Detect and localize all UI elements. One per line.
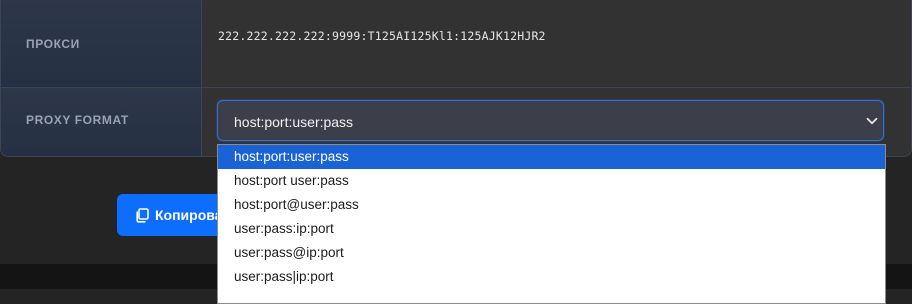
proxy-format-select[interactable]: host:port:user:pass (217, 100, 884, 141)
proxy-label-cell: ПРОКСИ (1, 0, 202, 87)
proxy-format-label: PROXY FORMAT (26, 113, 129, 127)
chevron-down-icon (866, 117, 878, 125)
proxy-value: 222.222.222.222:9999:T125AI125Kl1:125AJK… (218, 29, 546, 43)
proxy-format-selected-value: host:port:user:pass (234, 114, 354, 130)
copy-icon (136, 208, 149, 223)
proxy-row: ПРОКСИ 222.222.222.222:9999:T125AI125Kl1… (1, 0, 911, 88)
dropdown-option-host-port-space-user-pass[interactable]: host:port user:pass (218, 169, 885, 193)
dropdown-option-user-pass-at-ip-port[interactable]: user:pass@ip:port (218, 241, 885, 265)
dropdown-option-host-port-user-pass[interactable]: host:port:user:pass (218, 145, 885, 169)
dropdown-option-host-port-at-user-pass[interactable]: host:port@user:pass (218, 193, 885, 217)
proxy-format-dropdown: host:port:user:pass host:port user:pass … (217, 144, 886, 304)
proxy-format-label-cell: PROXY FORMAT (1, 88, 202, 156)
proxy-label: ПРОКСИ (26, 37, 80, 51)
dropdown-option-user-pass-ip-port[interactable]: user:pass:ip:port (218, 217, 885, 241)
dropdown-option-user-pass-pipe-ip-port[interactable]: user:pass|ip:port (218, 265, 885, 289)
app-window: ПРОКСИ 222.222.222.222:9999:T125AI125Kl1… (0, 0, 912, 304)
proxy-value-cell: 222.222.222.222:9999:T125AI125Kl1:125AJK… (202, 0, 911, 87)
